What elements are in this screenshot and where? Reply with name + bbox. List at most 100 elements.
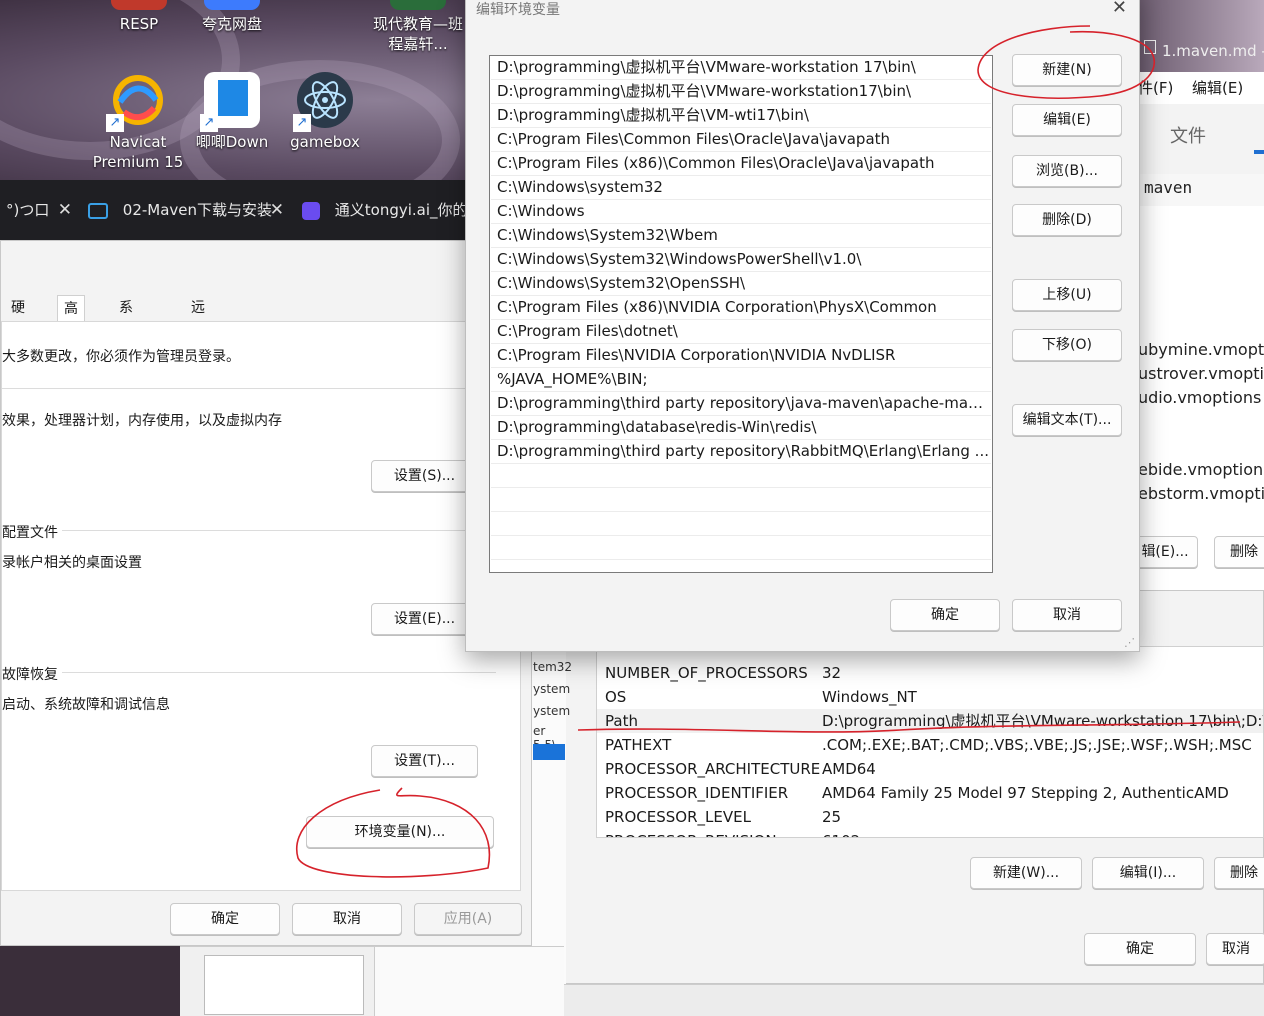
tab-advanced[interactable]: 高级: [57, 295, 85, 343]
browser-tab[interactable]: °)つ口 ✕: [6, 192, 72, 228]
system-variables-table: NUMBER_OF_PROCESSORS 32 OS Windows_NT Pa…: [596, 646, 1264, 838]
editor-delete-button[interactable]: 删除: [1214, 536, 1264, 568]
dialog-titlebar: [1, 241, 531, 291]
startup-description: 启动、系统故障和调试信息: [2, 697, 170, 713]
path-entry[interactable]: C:\Program Files (x86)\NVIDIA Corporatio…: [491, 296, 991, 320]
table-row[interactable]: PROCESSOR_REVISION 6102: [597, 829, 1263, 837]
menu-edit[interactable]: 编辑(E): [1192, 72, 1243, 104]
profiles-settings-button[interactable]: 设置(E)...: [371, 603, 478, 635]
shortcut-arrow-icon: ↗: [293, 114, 311, 132]
path-entry[interactable]: D:\programming\虚拟机平台\VM-wti17\bin\: [491, 104, 991, 128]
document-heading: maven: [1144, 178, 1193, 197]
editor-tab-title[interactable]: 1.maven.md - Ty: [1162, 42, 1264, 60]
path-entry[interactable]: %JAVA_HOME%\BIN;: [491, 368, 991, 392]
path-entry[interactable]: C:\Windows\System32\OpenSSH\: [491, 272, 991, 296]
desktop-icon-quark[interactable]: 夸克网盘: [182, 0, 282, 34]
path-entry[interactable]: D:\programming\third party repository\ja…: [491, 392, 991, 416]
path-entry[interactable]: D:\programming\database\redis-Win\redis\: [491, 416, 991, 440]
path-entry[interactable]: C:\Program Files\dotnet\: [491, 320, 991, 344]
table-row[interactable]: PROCESSOR_IDENTIFIER AMD64 Family 25 Mod…: [597, 781, 1263, 805]
sidebar-files-tab[interactable]: 文件: [1170, 122, 1206, 148]
performance-settings-button[interactable]: 设置(S)...: [371, 460, 478, 492]
profiles-description: 录帐户相关的桌面设置: [2, 555, 142, 571]
desktop-icon-resp[interactable]: RESP: [89, 0, 189, 34]
tab-label: 02-Maven下载与安装: [122, 201, 273, 219]
path-entry[interactable]: C:\Windows\system32: [491, 176, 991, 200]
desktop-icon-navicat[interactable]: ↗ Navicat Premium 15: [88, 72, 188, 172]
resize-grip-icon[interactable]: ⋰: [1124, 636, 1135, 649]
sliver-text: ystem: [533, 704, 571, 718]
var-name: PROCESSOR_REVISION: [605, 829, 777, 837]
ok-button[interactable]: 确定: [890, 599, 1000, 631]
path-entry[interactable]: C:\Windows: [491, 200, 991, 224]
var-name: PROCESSOR_LEVEL: [605, 808, 751, 826]
path-entry[interactable]: C:\Program Files\NVIDIA Corporation\NVID…: [491, 344, 991, 368]
edit-button[interactable]: 编辑(E): [1012, 104, 1122, 136]
var-value: D:\programming\虚拟机平台\VMware-workstation …: [822, 712, 1264, 730]
close-icon[interactable]: ✕: [58, 192, 72, 228]
system-var-new-button[interactable]: 新建(W)...: [970, 857, 1082, 889]
var-name: PATHEXT: [605, 736, 672, 754]
tab-system-protection[interactable]: 系统保护: [113, 295, 139, 394]
startup-settings-button[interactable]: 设置(T)...: [371, 745, 478, 777]
table-row-path[interactable]: Path D:\programming\虚拟机平台\VMware-worksta…: [597, 709, 1264, 733]
editor-edit-button[interactable]: 辑(E)...: [1138, 536, 1198, 568]
table-row[interactable]: PROCESSOR_ARCHITECTURE AMD64: [597, 757, 1263, 781]
environment-variables-button[interactable]: 环境变量(N)...: [306, 816, 494, 848]
document-icon: [390, 0, 446, 10]
var-name: Path: [605, 712, 638, 730]
shortcut-arrow-icon: ↗: [106, 114, 124, 132]
browser-tab[interactable]: 通义tongyi.ai_你的全: [302, 192, 470, 228]
group-border: [2, 530, 496, 531]
path-entry[interactable]: C:\Windows\System32\WindowsPowerShell\v1…: [491, 248, 991, 272]
table-row[interactable]: NUMBER_OF_PROCESSORS 32: [597, 661, 1263, 685]
desktop-icon-label: RESP: [119, 15, 159, 33]
tongyi-icon: [302, 201, 320, 220]
resp-icon: [111, 0, 167, 10]
system-var-edit-button[interactable]: 编辑(I)...: [1092, 857, 1204, 889]
table-row[interactable]: PATHEXT .COM;.EXE;.BAT;.CMD;.VBS;.VBE;.J…: [597, 733, 1263, 757]
ok-button[interactable]: 确定: [170, 903, 280, 935]
env-ok-button[interactable]: 确定: [1084, 933, 1196, 965]
browse-button[interactable]: 浏览(B)...: [1012, 155, 1122, 187]
desktop-icon-jijidown[interactable]: ↗ 唧唧Down: [182, 72, 282, 152]
delete-button[interactable]: 删除(D): [1012, 204, 1122, 236]
group-border: [2, 672, 496, 673]
table-row[interactable]: PROCESSOR_LEVEL 25: [597, 805, 1263, 829]
path-entry[interactable]: C:\Windows\System32\Wbem: [491, 224, 991, 248]
env-cancel-button[interactable]: 取消: [1206, 933, 1264, 965]
edit-text-button[interactable]: 编辑文本(T)...: [1012, 404, 1122, 436]
editor-titlebar: 1.maven.md - Ty: [1138, 0, 1264, 72]
new-button[interactable]: 新建(N): [1012, 54, 1122, 86]
menu-file[interactable]: 件(F): [1138, 72, 1173, 104]
move-down-button[interactable]: 下移(O): [1012, 329, 1122, 361]
table-row[interactable]: OS Windows_NT: [597, 685, 1263, 709]
desktop-icon-gamebox[interactable]: ↗ gamebox: [275, 72, 375, 152]
active-tab-indicator: [1254, 150, 1264, 154]
desktop-icon-label: 现代教育—班程嘉轩...: [372, 15, 463, 53]
close-icon[interactable]: ✕: [270, 192, 284, 228]
path-entry[interactable]: D:\programming\虚拟机平台\VMware-workstation1…: [491, 80, 991, 104]
system-var-delete-button[interactable]: 删除: [1214, 857, 1264, 889]
desktop-icon-course[interactable]: 现代教育—班程嘉轩...: [368, 0, 468, 54]
profiles-heading: 配置文件: [2, 522, 62, 542]
tab-remote[interactable]: 远程: [185, 295, 211, 342]
var-value: 32: [822, 664, 842, 682]
close-icon[interactable]: ✕: [1112, 0, 1127, 18]
file-line: udio.vmoptions: [1138, 388, 1262, 407]
browser-tab[interactable]: 02-Maven下载与安装 ✕: [88, 192, 284, 228]
advanced-tab-panel: 大多数更改，你必须作为管理员登录。 效果，处理器计划，内存使用，以及虚拟内存 设…: [1, 321, 521, 891]
path-entry[interactable]: C:\Program Files (x86)\Common Files\Orac…: [491, 152, 991, 176]
path-entry[interactable]: D:\programming\虚拟机平台\VMware-workstation …: [491, 56, 991, 80]
tab-hardware[interactable]: 硬件: [5, 295, 31, 342]
selection-highlight: [533, 744, 565, 760]
path-entry[interactable]: D:\programming\third party repository\Ra…: [491, 440, 991, 464]
cancel-button[interactable]: 取消: [292, 903, 402, 935]
gamebox-icon: ↗: [293, 72, 353, 132]
cancel-button[interactable]: 取消: [1012, 599, 1122, 631]
path-entry[interactable]: C:\Program Files\Common Files\Oracle\Jav…: [491, 128, 991, 152]
var-value: Windows_NT: [822, 688, 917, 706]
apply-button[interactable]: 应用(A): [414, 903, 522, 935]
jijidown-icon: ↗: [200, 72, 260, 132]
move-up-button[interactable]: 上移(U): [1012, 279, 1122, 311]
